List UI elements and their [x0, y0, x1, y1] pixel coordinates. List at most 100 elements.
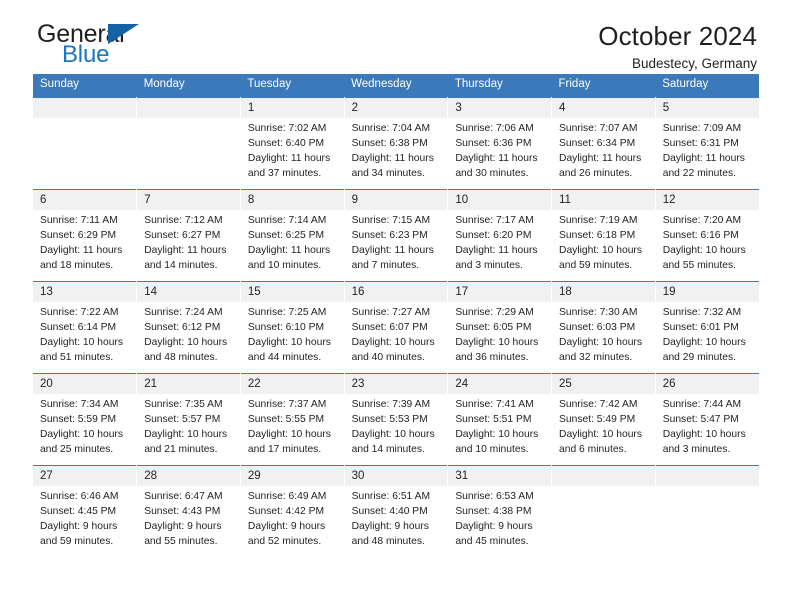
calendar-day-cell[interactable]: 15 Sunrise: 7:25 AM Sunset: 6:10 PM Dayligh…	[239, 280, 345, 374]
calendar-day-cell[interactable]: 11 Sunrise: 7:19 AM Sunset: 6:18 PM Dayligh…	[551, 188, 656, 282]
daylight-duration-line1: Daylight: 9 hours	[247, 520, 326, 532]
daylight-duration-line2: and 25 minutes.	[40, 443, 114, 455]
day-number: 26	[655, 373, 759, 395]
sunrise-time: Sunrise: 7:39 AM	[351, 399, 431, 411]
general-blue-logo[interactable]: General Blue	[33, 22, 233, 74]
day-number: 21	[137, 373, 240, 395]
sunset-time: Sunset: 6:05 PM	[455, 321, 532, 333]
sunset-time: Sunset: 4:42 PM	[247, 505, 325, 517]
calendar-day-cell[interactable]: 25 Sunrise: 7:42 AM Sunset: 5:49 PM Dayligh…	[551, 372, 656, 466]
day-number: 12	[655, 189, 759, 211]
calendar-day-cell[interactable]: 26 Sunrise: 7:44 AM Sunset: 5:47 PM Dayligh…	[654, 372, 759, 466]
calendar-day-cell[interactable]: 14 Sunrise: 7:24 AM Sunset: 6:12 PM Dayligh…	[136, 280, 241, 374]
daylight-duration-line2: and 34 minutes.	[351, 167, 425, 179]
day-number: 13	[33, 281, 137, 303]
calendar-week-row: 1 Sunrise: 7:02 AM Sunset: 6:40 PM Daylight…	[33, 96, 759, 190]
day-number: 18	[552, 281, 655, 303]
calendar-day-cell[interactable]: 27 Sunrise: 6:46 AM Sunset: 4:45 PM Dayligh…	[33, 464, 138, 557]
day-details	[33, 118, 136, 122]
daylight-duration-line2: and 10 minutes.	[247, 259, 322, 271]
day-number: 2	[344, 97, 448, 119]
calendar-day-cell[interactable]: 2 Sunrise: 7:04 AM Sunset: 6:38 PM Daylight…	[343, 96, 449, 190]
calendar-day-cell[interactable]: 13 Sunrise: 7:22 AM Sunset: 6:14 PM Dayligh…	[33, 280, 138, 374]
day-details	[552, 486, 655, 490]
sunrise-time: Sunrise: 7:20 AM	[662, 215, 742, 227]
daylight-duration-line1: Daylight: 10 hours	[559, 336, 643, 348]
sunset-time: Sunset: 5:55 PM	[247, 413, 325, 425]
calendar-week-row: 6 Sunrise: 7:11 AM Sunset: 6:29 PM Daylight…	[33, 188, 759, 282]
calendar-day-cell[interactable]: 23 Sunrise: 7:39 AM Sunset: 5:53 PM Dayligh…	[343, 372, 449, 466]
daylight-duration-line2: and 37 minutes.	[247, 167, 322, 179]
sunset-time: Sunset: 6:36 PM	[455, 137, 532, 149]
calendar-day-cell[interactable]: 19 Sunrise: 7:32 AM Sunset: 6:01 PM Dayligh…	[654, 280, 759, 374]
weekday-header-saturday: Saturday	[655, 74, 759, 98]
calendar-day-cell[interactable]: 16 Sunrise: 7:27 AM Sunset: 6:07 PM Dayligh…	[343, 280, 449, 374]
daylight-duration-line2: and 59 minutes.	[40, 535, 114, 547]
day-number: 3	[448, 97, 552, 119]
daylight-duration-line2: and 22 minutes.	[662, 167, 736, 179]
calendar-week-row: 13 Sunrise: 7:22 AM Sunset: 6:14 PM Dayligh…	[33, 280, 759, 374]
sunrise-time: Sunrise: 7:17 AM	[455, 215, 534, 227]
calendar-day-cell[interactable]: 31 Sunrise: 6:53 AM Sunset: 4:38 PM Dayligh…	[447, 464, 553, 557]
day-details: Sunrise: 7:14 AM Sunset: 6:25 PM Daylight:…	[241, 210, 344, 273]
day-details: Sunrise: 7:15 AM Sunset: 6:23 PM Daylight:…	[345, 210, 448, 273]
day-number: 10	[448, 189, 552, 211]
calendar-day-cell[interactable]: 18 Sunrise: 7:30 AM Sunset: 6:03 PM Dayligh…	[551, 280, 656, 374]
daylight-duration-line2: and 7 minutes.	[351, 259, 420, 271]
calendar-day-cell[interactable]: 3 Sunrise: 7:06 AM Sunset: 6:36 PM Daylight…	[447, 96, 553, 190]
calendar-day-cell[interactable]: 17 Sunrise: 7:29 AM Sunset: 6:05 PM Dayligh…	[447, 280, 553, 374]
sunset-time: Sunset: 6:18 PM	[559, 229, 636, 241]
day-details: Sunrise: 7:22 AM Sunset: 6:14 PM Daylight:…	[33, 302, 136, 365]
calendar-day-cell[interactable]: 8 Sunrise: 7:14 AM Sunset: 6:25 PM Daylight…	[239, 188, 345, 282]
sunrise-time: Sunrise: 6:53 AM	[455, 491, 534, 503]
calendar-day-cell[interactable]: 30 Sunrise: 6:51 AM Sunset: 4:40 PM Dayligh…	[343, 464, 449, 557]
daylight-duration-line2: and 10 minutes.	[455, 443, 529, 455]
calendar-day-cell[interactable]: 22 Sunrise: 7:37 AM Sunset: 5:55 PM Dayligh…	[239, 372, 345, 466]
page-header: General Blue October 2024 Budestecy, Ger…	[33, 0, 759, 74]
sunrise-time: Sunrise: 7:19 AM	[559, 215, 638, 227]
sunset-time: Sunset: 6:40 PM	[247, 137, 325, 149]
sunrise-time: Sunrise: 7:02 AM	[247, 123, 327, 135]
daylight-duration-line1: Daylight: 11 hours	[247, 244, 331, 256]
sunrise-time: Sunrise: 7:24 AM	[144, 307, 223, 319]
sunset-time: Sunset: 5:49 PM	[559, 413, 636, 425]
daylight-duration-line1: Daylight: 11 hours	[40, 244, 123, 256]
calendar-day-cell[interactable]: 7 Sunrise: 7:12 AM Sunset: 6:27 PM Daylight…	[136, 188, 241, 282]
day-details: Sunrise: 7:25 AM Sunset: 6:10 PM Daylight:…	[241, 302, 344, 365]
sunset-time: Sunset: 5:53 PM	[351, 413, 428, 425]
calendar-day-cell[interactable]: 4 Sunrise: 7:07 AM Sunset: 6:34 PM Daylight…	[551, 96, 656, 190]
day-details: Sunrise: 7:34 AM Sunset: 5:59 PM Daylight:…	[33, 394, 136, 457]
sunrise-time: Sunrise: 7:09 AM	[662, 123, 742, 135]
sunrise-time: Sunrise: 7:29 AM	[455, 307, 534, 319]
calendar-day-cell-empty	[654, 464, 759, 557]
calendar-day-cell[interactable]: 9 Sunrise: 7:15 AM Sunset: 6:23 PM Daylight…	[343, 188, 449, 282]
calendar-day-cell[interactable]: 21 Sunrise: 7:35 AM Sunset: 5:57 PM Dayligh…	[136, 372, 241, 466]
daylight-duration-line1: Daylight: 11 hours	[144, 244, 227, 256]
sunrise-time: Sunrise: 7:25 AM	[247, 307, 327, 319]
daylight-duration-line2: and 30 minutes.	[455, 167, 529, 179]
sunrise-time: Sunrise: 7:14 AM	[247, 215, 327, 227]
calendar-day-cell[interactable]: 10 Sunrise: 7:17 AM Sunset: 6:20 PM Dayligh…	[447, 188, 553, 282]
day-details: Sunrise: 7:32 AM Sunset: 6:01 PM Daylight:…	[656, 302, 759, 365]
daylight-duration-line1: Daylight: 10 hours	[144, 428, 228, 440]
sunrise-time: Sunrise: 7:15 AM	[351, 215, 431, 227]
calendar-day-cell[interactable]: 20 Sunrise: 7:34 AM Sunset: 5:59 PM Dayligh…	[33, 372, 138, 466]
calendar-day-cell[interactable]: 28 Sunrise: 6:47 AM Sunset: 4:43 PM Dayligh…	[136, 464, 241, 557]
day-details: Sunrise: 7:04 AM Sunset: 6:38 PM Daylight:…	[345, 118, 448, 181]
calendar-day-cell[interactable]: 12 Sunrise: 7:20 AM Sunset: 6:16 PM Dayligh…	[654, 188, 759, 282]
page-title: October 2024	[598, 21, 757, 51]
day-details: Sunrise: 7:19 AM Sunset: 6:18 PM Daylight:…	[552, 210, 655, 273]
calendar-day-cell[interactable]: 1 Sunrise: 7:02 AM Sunset: 6:40 PM Daylight…	[239, 96, 345, 190]
day-number: 29	[240, 465, 344, 487]
calendar-day-cell[interactable]: 5 Sunrise: 7:09 AM Sunset: 6:31 PM Daylight…	[654, 96, 759, 190]
sunset-time: Sunset: 4:40 PM	[351, 505, 428, 517]
daylight-duration-line2: and 17 minutes.	[247, 443, 322, 455]
daylight-duration-line2: and 6 minutes.	[559, 443, 627, 455]
day-number: 14	[137, 281, 240, 303]
sunset-time: Sunset: 6:14 PM	[40, 321, 117, 333]
calendar-day-cell[interactable]: 6 Sunrise: 7:11 AM Sunset: 6:29 PM Daylight…	[33, 188, 138, 282]
day-details: Sunrise: 7:35 AM Sunset: 5:57 PM Daylight:…	[137, 394, 240, 457]
day-number: 7	[137, 189, 240, 211]
calendar-day-cell[interactable]: 29 Sunrise: 6:49 AM Sunset: 4:42 PM Dayligh…	[239, 464, 345, 557]
calendar-day-cell[interactable]: 24 Sunrise: 7:41 AM Sunset: 5:51 PM Dayligh…	[447, 372, 553, 466]
